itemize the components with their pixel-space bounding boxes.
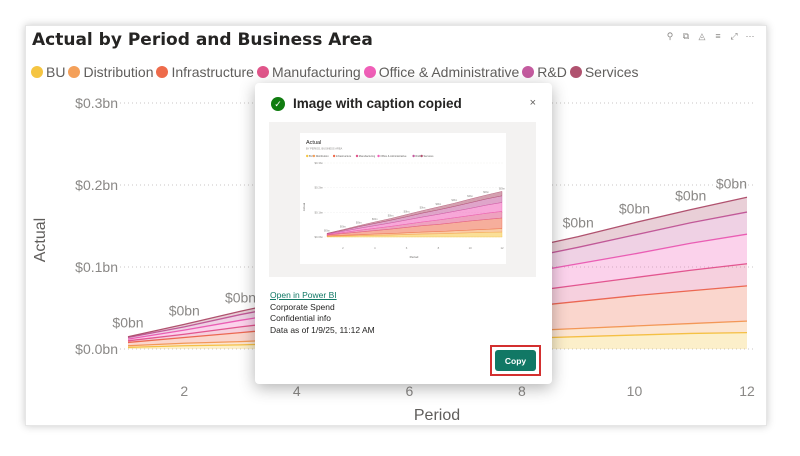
success-check-icon: ✓ (271, 96, 285, 111)
thumbnail-y-title: Actual (302, 203, 306, 212)
thumbnail-legend-label: Manufacturing (359, 154, 376, 158)
image-preview: Actual BY PERIOD, BUSINESS AREA BU Distri… (269, 122, 536, 277)
sensitivity-label: Confidential info (270, 313, 331, 323)
report-name: Corporate Spend (270, 301, 335, 312)
thumbnail-x-tick: 8 (438, 246, 440, 250)
thumbnail-image: Actual BY PERIOD, BUSINESS AREA BU Distri… (300, 133, 506, 264)
thumbnail-x-tick: 6 (406, 246, 408, 250)
thumbnail-legend-label: Infrastructure (336, 154, 352, 158)
x-tick-label: 8 (518, 383, 526, 399)
data-label: $0bn (716, 175, 747, 191)
thumbnail-data-label: $0bn (372, 217, 378, 221)
thumbnail-x-tick: 4 (374, 246, 376, 250)
thumbnail-chart: Actual BY PERIOD, BUSINESS AREA BU Distri… (302, 140, 505, 259)
thumbnail-legend-label: Office & Administrative (380, 154, 407, 158)
thumbnail-data-label: $0bn (404, 210, 410, 214)
copy-dialog: ✓ Image with caption copied × Actual BY … (255, 83, 552, 384)
thumbnail-subtitle: BY PERIOD, BUSINESS AREA (306, 147, 343, 151)
x-axis-title: Period (414, 407, 460, 424)
thumbnail-y-tick: $0.0bn (314, 235, 323, 239)
data-timestamp: Data as of 1/9/25, 11:12 AM (270, 324, 375, 335)
copy-button[interactable]: Copy (495, 350, 536, 371)
x-tick-label: 2 (180, 383, 188, 399)
thumbnail-y-tick: $0.2bn (314, 186, 323, 190)
thumbnail-data-label: $0bn (340, 225, 346, 229)
thumbnail-legend-label: BU (309, 154, 313, 158)
thumbnail-data-label: $0bn (451, 198, 457, 202)
thumbnail-x-tick: 2 (342, 246, 344, 250)
thumbnail-data-label: $0bn (499, 186, 505, 190)
thumbnail-data-label: $0bn (435, 202, 441, 206)
thumbnail-legend-label: R&D (415, 154, 421, 158)
open-in-power-bi-link[interactable]: Open in Power BI (270, 290, 337, 300)
data-label: $0bn (675, 188, 706, 204)
thumbnail-data-label: $0bn (420, 206, 426, 210)
data-label: $0bn (619, 201, 650, 217)
data-label: $0bn (563, 215, 594, 231)
close-icon[interactable]: × (530, 97, 536, 109)
y-tick-label: $0.3bn (75, 95, 118, 111)
thumbnail-data-label: $0bn (356, 221, 362, 225)
y-tick-label: $0.1bn (75, 259, 118, 275)
x-tick-label: 12 (739, 383, 755, 399)
data-label: $0bn (112, 315, 143, 331)
thumbnail-legend-label: Distribution (316, 154, 330, 158)
x-tick-label: 10 (627, 383, 643, 399)
data-label: $0bn (169, 302, 200, 318)
thumbnail-title: Actual (306, 140, 321, 146)
thumbnail-x-tick: 12 (500, 246, 504, 250)
x-tick-label: 4 (293, 383, 301, 399)
thumbnail-data-label: $0bn (324, 228, 330, 232)
data-label: $0bn (225, 289, 256, 305)
thumbnail-legend-label: Services (423, 154, 434, 158)
thumbnail-x-title: Period (410, 255, 419, 259)
dialog-header: ✓ Image with caption copied (271, 96, 462, 111)
y-tick-label: $0.0bn (75, 341, 118, 357)
y-tick-label: $0.2bn (75, 177, 118, 193)
caption-info: Open in Power BI Corporate Spend Confide… (270, 290, 375, 336)
thumbnail-y-tick: $0.3bn (314, 161, 323, 165)
x-tick-label: 6 (405, 383, 413, 399)
thumbnail-x-tick: 10 (469, 246, 473, 250)
thumbnail-data-label: $0bn (388, 214, 394, 218)
copy-button-highlight: Copy (490, 345, 541, 376)
thumbnail-data-label: $0bn (467, 194, 473, 198)
thumbnail-data-label: $0bn (483, 190, 489, 194)
y-axis-title: Actual (32, 218, 49, 262)
dialog-title: Image with caption copied (293, 96, 462, 111)
thumbnail-y-tick: $0.1bn (314, 210, 323, 214)
